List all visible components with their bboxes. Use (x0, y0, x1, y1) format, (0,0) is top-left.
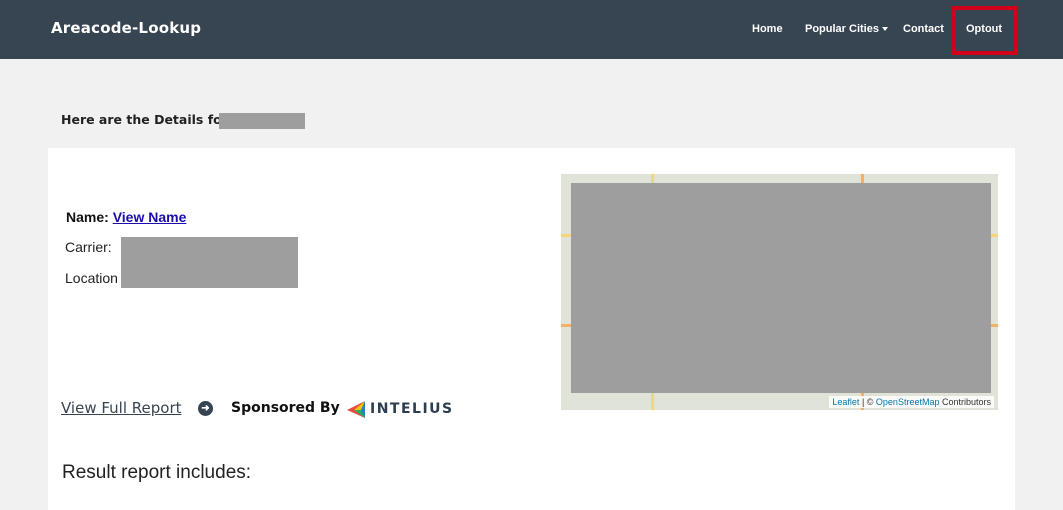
sponsored-by-text: Sponsored By (231, 400, 340, 416)
nav-popular-cities-label: Popular Cities (805, 23, 879, 35)
caret-down-icon (881, 27, 888, 32)
top-navbar: Areacode-Lookup Home Popular Cities Cont… (0, 0, 1063, 59)
arrow-circle-right-icon[interactable]: ➜ (198, 401, 213, 416)
name-label: Name: (66, 209, 109, 225)
name-row: Name: View Name (66, 209, 186, 225)
result-report-heading: Result report includes: (62, 462, 252, 483)
attribution-separator: | © (859, 397, 876, 407)
details-heading: Here are the Details for: (61, 112, 233, 127)
nav-popular-cities[interactable]: Popular Cities (805, 23, 888, 35)
brand-logo[interactable]: Areacode-Lookup (51, 19, 201, 37)
intelius-logo-icon (347, 401, 365, 418)
map-attribution: Leaflet | © OpenStreetMap Contributors (829, 396, 994, 408)
redacted-phone-number (219, 113, 305, 129)
view-full-report-link[interactable]: View Full Report (61, 399, 182, 417)
openstreetmap-link[interactable]: OpenStreetMap (876, 397, 940, 407)
carrier-label: Carrier: (65, 239, 112, 255)
optout-highlight-box (951, 6, 1018, 55)
redacted-carrier-location (121, 237, 298, 288)
intelius-brand-text: INTELIUS (370, 401, 454, 417)
redacted-map-area (571, 183, 991, 393)
location-map[interactable]: Leaflet | © OpenStreetMap Contributors (561, 174, 998, 410)
view-name-link[interactable]: View Name (113, 209, 187, 225)
nav-home[interactable]: Home (752, 23, 783, 35)
nav-contact[interactable]: Contact (903, 23, 944, 35)
attribution-suffix: Contributors (939, 397, 991, 407)
location-label: Location (65, 270, 118, 286)
leaflet-link[interactable]: Leaflet (832, 397, 859, 407)
